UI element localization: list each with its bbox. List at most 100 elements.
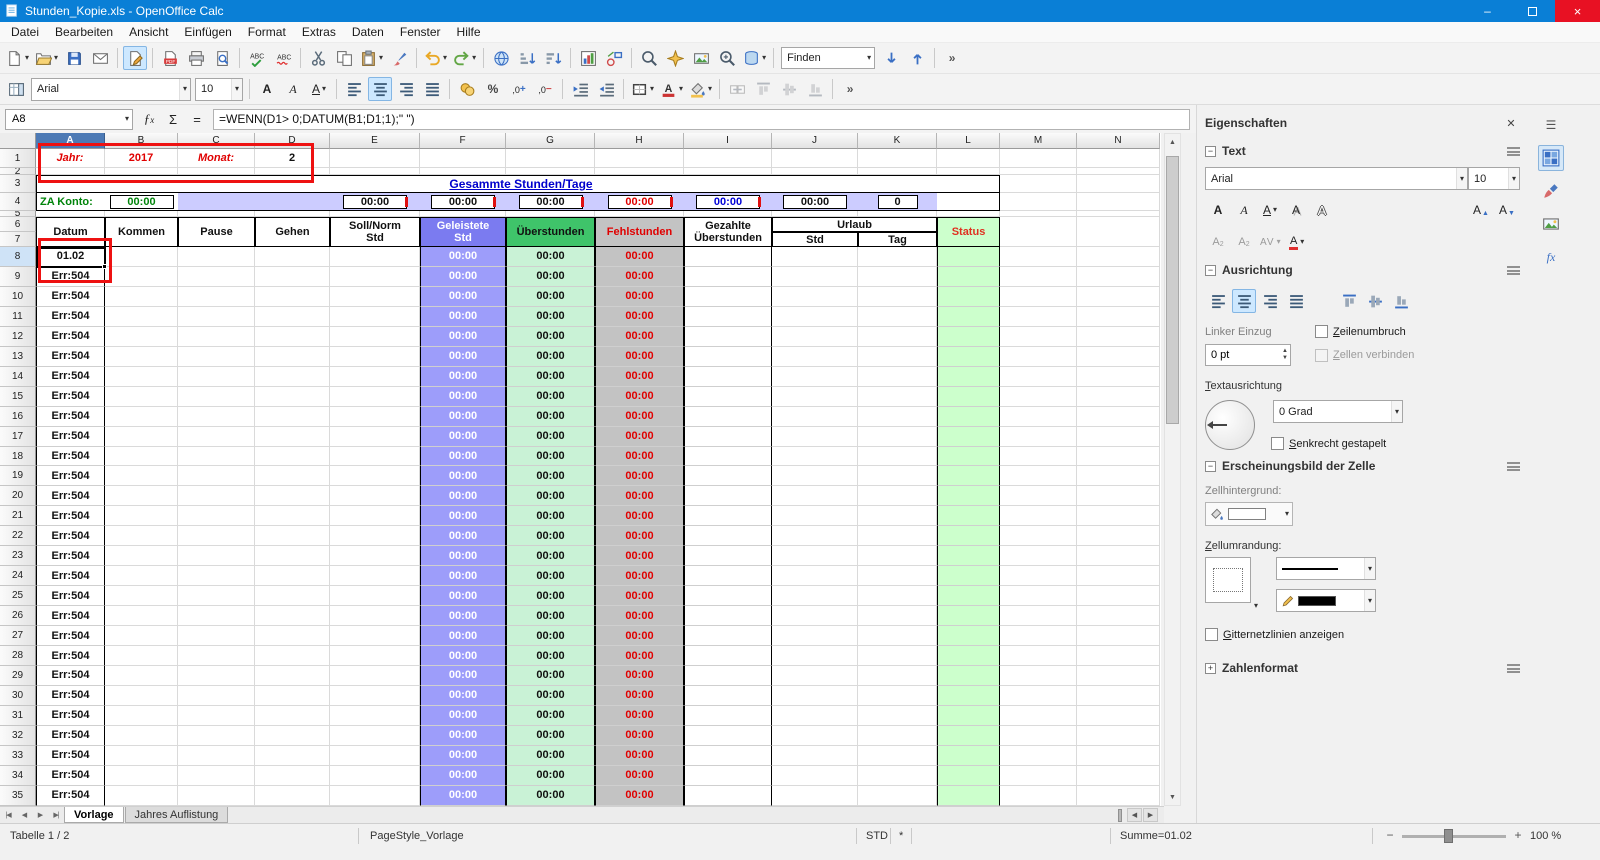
grid-cell[interactable]	[255, 666, 330, 686]
grid-cell[interactable]	[1077, 586, 1160, 607]
format-paintbrush-icon[interactable]	[387, 46, 411, 70]
print-icon[interactable]	[184, 46, 208, 70]
grid-cell[interactable]	[858, 705, 937, 726]
grid-cell[interactable]	[1000, 765, 1077, 786]
grid-cell[interactable]	[858, 546, 937, 567]
grid-cell[interactable]	[772, 149, 858, 168]
grid-cell[interactable]: 00:00	[595, 247, 684, 267]
row-header-17[interactable]: 17	[0, 426, 36, 447]
grid-cell[interactable]	[105, 566, 178, 587]
borders-icon[interactable]: ▾	[629, 77, 656, 101]
section-alignment-header[interactable]: − Ausrichtung	[1205, 259, 1520, 281]
grid-cell[interactable]	[937, 149, 1000, 168]
grid-cell[interactable]	[1077, 306, 1160, 327]
grid-cell[interactable]	[1077, 646, 1160, 667]
grid-cell[interactable]	[105, 685, 178, 706]
grid-cell[interactable]: 00:00	[595, 446, 684, 467]
grid-cell[interactable]: 00:00	[506, 785, 595, 806]
align-right-icon[interactable]	[1258, 289, 1282, 313]
grid-cell[interactable]: 00:00	[595, 606, 684, 627]
grid-cell[interactable]	[684, 426, 772, 447]
grid-cell[interactable]	[255, 446, 330, 467]
grid-cell[interactable]	[1000, 725, 1077, 746]
grid-cell[interactable]	[858, 306, 937, 327]
zoom-icon[interactable]	[715, 46, 739, 70]
row-header-11[interactable]: 11	[0, 306, 36, 327]
grid-cell[interactable]: 00:00	[506, 705, 595, 726]
grid-cell[interactable]	[937, 546, 1000, 567]
grid-cell[interactable]	[684, 306, 772, 327]
grid-cell[interactable]	[178, 326, 255, 347]
grid-cell[interactable]: 00:00	[420, 386, 506, 407]
grid-cell[interactable]: Err:504	[36, 286, 105, 307]
grid-cell[interactable]: 00:00	[506, 526, 595, 547]
new-document-icon[interactable]: ▾	[4, 46, 31, 70]
align-left-icon[interactable]	[342, 77, 366, 101]
grid-cell[interactable]	[105, 306, 178, 327]
grid-cell[interactable]: 00:00	[420, 346, 506, 367]
grid-cell[interactable]: 00:00	[595, 406, 684, 427]
row-header-25[interactable]: 25	[0, 586, 36, 607]
dropdown-icon[interactable]: ▾	[1455, 168, 1467, 189]
row-header-20[interactable]: 20	[0, 486, 36, 507]
table-header-cell[interactable]: Urlaub	[772, 217, 937, 232]
column-header-g[interactable]: G	[506, 133, 595, 149]
indent-decrease-icon[interactable]	[594, 77, 618, 101]
grid-cell[interactable]	[595, 149, 684, 168]
scroll-down-icon[interactable]: ▼	[1165, 789, 1180, 805]
grid-cell[interactable]: 00:00	[506, 606, 595, 627]
cell-background-color-button[interactable]: ▾	[1205, 502, 1293, 526]
table-header-cell[interactable]: Überstunden	[506, 217, 595, 247]
grid-cell[interactable]	[684, 705, 772, 726]
grid-cell[interactable]	[1077, 606, 1160, 627]
grid-cell[interactable]	[1077, 725, 1160, 746]
section-text-header[interactable]: − Text	[1205, 140, 1520, 162]
grid-cell[interactable]: Err:504	[36, 646, 105, 667]
grid-cell[interactable]: 00:00	[420, 446, 506, 467]
grid-cell[interactable]	[772, 745, 858, 766]
grid-cell[interactable]	[255, 168, 330, 175]
grid-cell[interactable]: Err:504	[36, 606, 105, 627]
align-center-icon[interactable]	[1232, 289, 1256, 313]
grid-cell[interactable]	[858, 168, 937, 175]
column-header-b[interactable]: B	[105, 133, 178, 149]
grid-cell[interactable]	[1000, 745, 1077, 766]
grid-cell[interactable]	[1077, 247, 1160, 267]
spinner-icons[interactable]: ▲ ▼	[1282, 348, 1290, 362]
sort-ascending-icon[interactable]	[515, 46, 539, 70]
grid-cell[interactable]: Err:504	[36, 685, 105, 706]
grid-cell[interactable]	[858, 765, 937, 786]
grid-cell[interactable]	[772, 646, 858, 667]
dropdown-icon[interactable]: ▾	[1390, 401, 1402, 422]
grid-cell[interactable]: Err:504	[36, 705, 105, 726]
grid-cell[interactable]	[858, 666, 937, 686]
grid-cell[interactable]	[1077, 326, 1160, 347]
grid-cell[interactable]	[1000, 466, 1077, 487]
fmt-italic-icon[interactable]: A	[281, 77, 305, 101]
grid-cell[interactable]	[937, 466, 1000, 487]
column-header-e[interactable]: E	[330, 133, 420, 149]
grid-cell[interactable]	[1000, 366, 1077, 387]
grid-cell[interactable]: 00:00	[506, 745, 595, 766]
grid-cell[interactable]: 00:00	[595, 386, 684, 407]
gallery-icon[interactable]	[689, 46, 713, 70]
grid-cell[interactable]: 00:00	[420, 646, 506, 667]
grid-cell[interactable]	[36, 175, 105, 193]
grid-cell[interactable]	[858, 626, 937, 647]
grid-cell[interactable]	[858, 785, 937, 806]
vertical-scrollbar-thumb[interactable]	[1166, 156, 1179, 424]
grid-cell[interactable]	[684, 785, 772, 806]
percent-icon[interactable]: %	[481, 77, 505, 101]
grid-cell[interactable]: Err:504	[36, 765, 105, 786]
grid-cell[interactable]	[255, 566, 330, 587]
fmt-bold-icon[interactable]: A	[255, 77, 279, 101]
grid-cell[interactable]	[178, 626, 255, 647]
grid-cell[interactable]: Err:504	[36, 566, 105, 587]
grid-cell[interactable]	[178, 785, 255, 806]
grid-cell[interactable]	[178, 266, 255, 287]
grid-cell[interactable]	[1000, 168, 1077, 175]
checkbox-box[interactable]	[1271, 437, 1284, 450]
grid-cell[interactable]	[772, 346, 858, 367]
grid-cell[interactable]: 00:00	[506, 306, 595, 327]
grid-cell[interactable]: 00:00	[506, 626, 595, 647]
